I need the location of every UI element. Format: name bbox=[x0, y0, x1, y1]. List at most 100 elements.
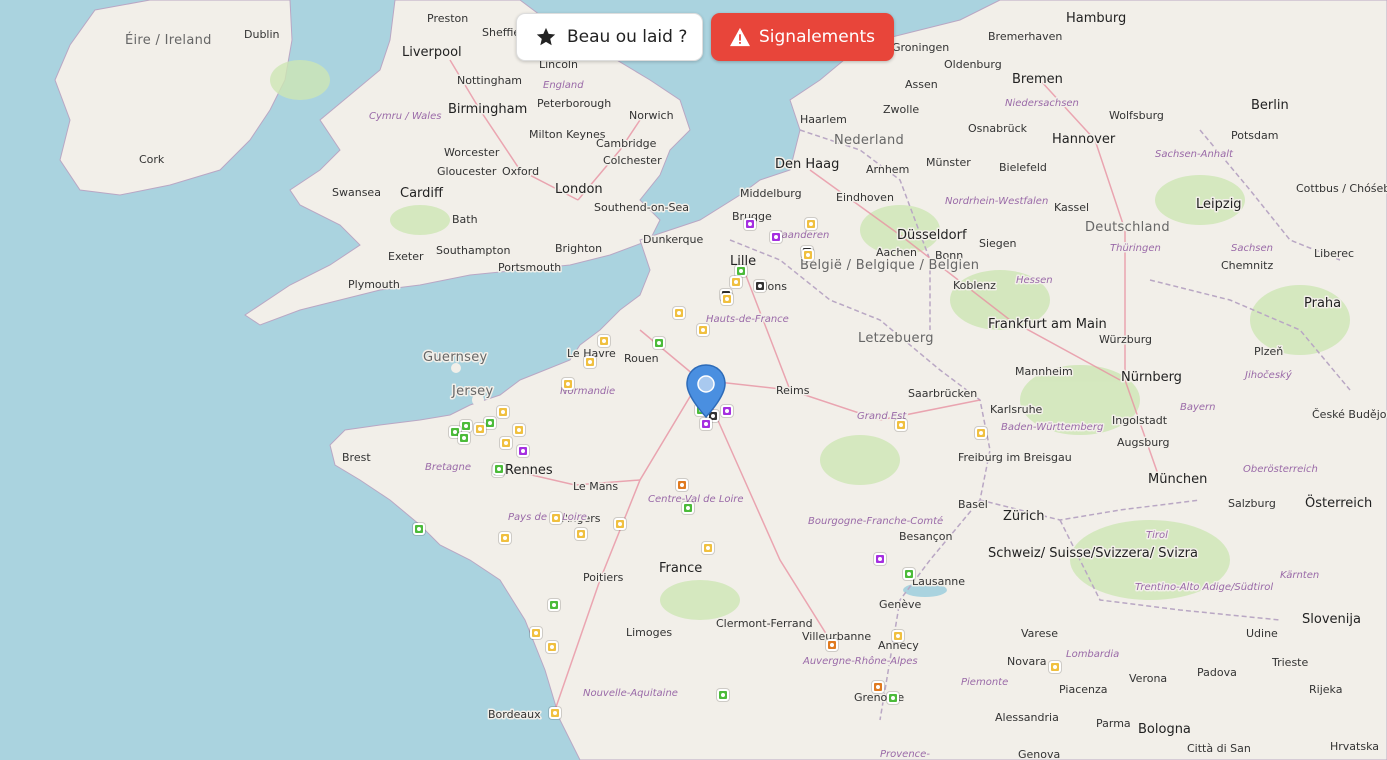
svg-text:Centre-Val de Loire: Centre-Val de Loire bbox=[648, 494, 744, 505]
marker-purple[interactable] bbox=[700, 418, 712, 430]
marker-green[interactable] bbox=[548, 599, 560, 611]
svg-text:Nottingham: Nottingham bbox=[457, 74, 522, 87]
marker-purple[interactable] bbox=[517, 445, 529, 457]
svg-text:Provence-: Provence- bbox=[880, 749, 930, 760]
marker-yellow[interactable] bbox=[805, 218, 817, 230]
marker-black[interactable] bbox=[754, 280, 766, 292]
svg-text:Varese: Varese bbox=[1021, 627, 1058, 640]
marker-yellow[interactable] bbox=[575, 528, 587, 540]
marker-green[interactable] bbox=[458, 432, 470, 444]
marker-orange[interactable] bbox=[826, 639, 838, 651]
svg-text:Trentino-Alto Adige/Südtirol: Trentino-Alto Adige/Südtirol bbox=[1135, 582, 1273, 593]
marker-yellow[interactable] bbox=[614, 518, 626, 530]
svg-text:Sachsen-Anhalt: Sachsen-Anhalt bbox=[1155, 149, 1234, 160]
marker-green[interactable] bbox=[887, 692, 899, 704]
svg-text:Freiburg im Breisgau: Freiburg im Breisgau bbox=[958, 451, 1072, 464]
svg-text:Ingolstadt: Ingolstadt bbox=[1112, 414, 1168, 427]
marker-yellow[interactable] bbox=[697, 324, 709, 336]
marker-yellow[interactable] bbox=[802, 249, 814, 261]
marker-purple[interactable] bbox=[874, 553, 886, 565]
svg-text:Alessandria: Alessandria bbox=[995, 711, 1059, 724]
svg-text:Bremerhaven: Bremerhaven bbox=[988, 30, 1062, 43]
svg-text:Trieste: Trieste bbox=[1271, 656, 1308, 669]
svg-text:Brest: Brest bbox=[342, 451, 371, 464]
marker-green[interactable] bbox=[413, 523, 425, 535]
marker-yellow[interactable] bbox=[500, 437, 512, 449]
svg-text:Hamburg: Hamburg bbox=[1066, 11, 1126, 26]
marker-yellow[interactable] bbox=[721, 293, 733, 305]
svg-text:Clermont-Ferrand: Clermont-Ferrand bbox=[716, 617, 813, 630]
marker-yellow[interactable] bbox=[474, 423, 486, 435]
svg-text:England: England bbox=[543, 80, 584, 91]
marker-yellow[interactable] bbox=[975, 427, 987, 439]
svg-text:Wolfsburg: Wolfsburg bbox=[1109, 109, 1164, 122]
svg-text:Jersey: Jersey bbox=[451, 384, 493, 399]
marker-green[interactable] bbox=[653, 337, 665, 349]
svg-text:Lausanne: Lausanne bbox=[912, 575, 965, 588]
marker-yellow[interactable] bbox=[1049, 661, 1061, 673]
marker-yellow[interactable] bbox=[598, 335, 610, 347]
svg-text:Bayern: Bayern bbox=[1180, 402, 1216, 413]
marker-yellow[interactable] bbox=[530, 627, 542, 639]
marker-yellow[interactable] bbox=[497, 406, 509, 418]
marker-yellow[interactable] bbox=[550, 512, 562, 524]
svg-text:Colchester: Colchester bbox=[603, 154, 662, 167]
marker-green[interactable] bbox=[903, 568, 915, 580]
marker-yellow[interactable] bbox=[730, 276, 742, 288]
marker-yellow[interactable] bbox=[546, 641, 558, 653]
marker-green[interactable] bbox=[460, 420, 472, 432]
marker-purple[interactable] bbox=[770, 231, 782, 243]
marker-yellow[interactable] bbox=[702, 542, 714, 554]
svg-text:Österreich: Österreich bbox=[1305, 494, 1372, 511]
svg-text:Bath: Bath bbox=[452, 213, 478, 226]
marker-yellow[interactable] bbox=[549, 707, 561, 719]
signalements-label: Signalements bbox=[759, 27, 875, 47]
svg-text:Dunkerque: Dunkerque bbox=[643, 233, 703, 246]
svg-text:Cambridge: Cambridge bbox=[596, 137, 657, 150]
svg-text:Zürich: Zürich bbox=[1003, 509, 1045, 524]
svg-text:Hessen: Hessen bbox=[1016, 275, 1053, 286]
svg-text:Nouvelle-Aquitaine: Nouvelle-Aquitaine bbox=[583, 688, 678, 699]
location-pin-icon[interactable] bbox=[685, 363, 727, 419]
marker-yellow[interactable] bbox=[562, 378, 574, 390]
marker-orange[interactable] bbox=[872, 681, 884, 693]
svg-text:Peterborough: Peterborough bbox=[537, 97, 611, 110]
svg-text:Nordrhein-Westfalen: Nordrhein-Westfalen bbox=[945, 196, 1048, 207]
svg-text:Kärnten: Kärnten bbox=[1280, 570, 1319, 581]
marker-yellow[interactable] bbox=[513, 424, 525, 436]
svg-text:Hannover: Hannover bbox=[1052, 132, 1116, 147]
marker-yellow[interactable] bbox=[895, 419, 907, 431]
marker-green[interactable] bbox=[493, 463, 505, 475]
beau-ou-laid-button[interactable]: Beau ou laid ? bbox=[516, 13, 703, 61]
svg-text:Eindhoven: Eindhoven bbox=[836, 191, 894, 204]
svg-text:France: France bbox=[659, 561, 702, 576]
beau-ou-laid-label: Beau ou laid ? bbox=[567, 27, 688, 47]
svg-text:Plzeň: Plzeň bbox=[1254, 345, 1283, 358]
marker-yellow[interactable] bbox=[892, 630, 904, 642]
svg-text:Éire / Ireland: Éire / Ireland bbox=[125, 32, 212, 48]
marker-purple[interactable] bbox=[744, 218, 756, 230]
svg-text:Oxford: Oxford bbox=[502, 165, 539, 178]
svg-text:Praha: Praha bbox=[1304, 296, 1341, 311]
svg-text:Düsseldorf: Düsseldorf bbox=[897, 228, 967, 243]
svg-text:Basel: Basel bbox=[958, 498, 988, 511]
svg-text:Saarbrücken: Saarbrücken bbox=[908, 387, 977, 400]
svg-text:Cottbus / Chóśebuz: Cottbus / Chóśebuz bbox=[1296, 182, 1387, 195]
svg-text:Lombardia: Lombardia bbox=[1066, 649, 1119, 660]
svg-text:Piemonte: Piemonte bbox=[961, 677, 1008, 688]
signalements-button[interactable]: Signalements bbox=[711, 13, 894, 61]
marker-yellow[interactable] bbox=[584, 356, 596, 368]
svg-text:Nürnberg: Nürnberg bbox=[1121, 370, 1182, 385]
svg-text:Le Mans: Le Mans bbox=[573, 480, 618, 493]
svg-text:Milton Keynes: Milton Keynes bbox=[529, 128, 606, 141]
svg-text:Hrvatska: Hrvatska bbox=[1330, 740, 1379, 753]
svg-text:Deutschland: Deutschland bbox=[1085, 220, 1170, 235]
marker-green[interactable] bbox=[717, 689, 729, 701]
marker-orange[interactable] bbox=[676, 479, 688, 491]
svg-text:Oberösterreich: Oberösterreich bbox=[1243, 464, 1318, 475]
marker-green[interactable] bbox=[682, 502, 694, 514]
marker-yellow[interactable] bbox=[673, 307, 685, 319]
marker-yellow[interactable] bbox=[499, 532, 511, 544]
svg-text:Poitiers: Poitiers bbox=[583, 571, 624, 584]
svg-text:Portsmouth: Portsmouth bbox=[498, 261, 561, 274]
